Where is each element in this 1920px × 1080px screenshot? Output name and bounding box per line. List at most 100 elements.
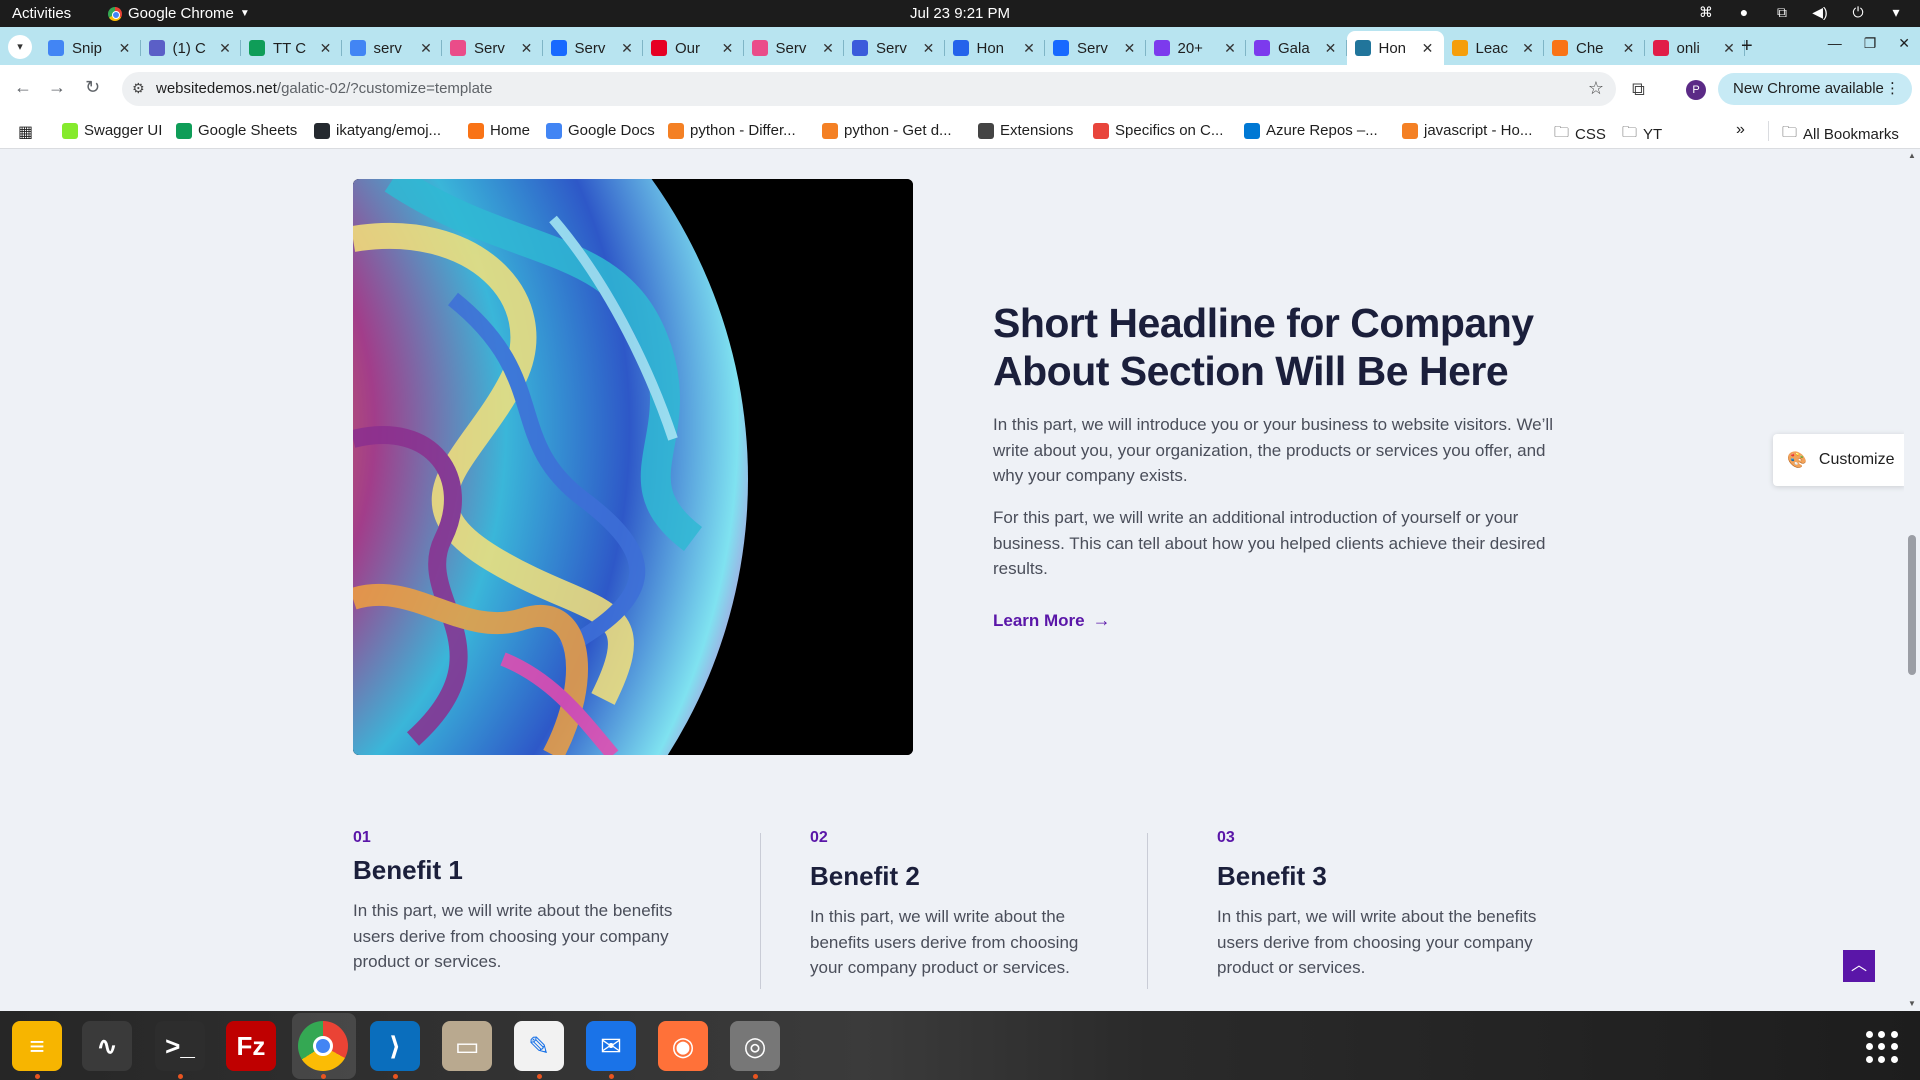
chrome-icon[interactable] [298,1021,348,1071]
back-icon[interactable]: ← [14,77,32,98]
thunderbird-icon[interactable]: ✉ [586,1021,636,1071]
browser-tab[interactable]: Serv ✕ [844,31,945,65]
bookmark-item[interactable]: Specifics on C... [1093,122,1223,139]
customize-button[interactable]: 🎨 Customize [1773,434,1905,486]
browser-tab[interactable]: Serv ✕ [1045,31,1146,65]
terminal-icon[interactable]: >_ [155,1021,205,1071]
reload-icon[interactable]: ↻ [85,77,100,98]
text-editor-icon[interactable]: ✎ [514,1021,564,1071]
bookmark-item[interactable]: Google Sheets [176,122,297,139]
bookmark-item[interactable]: Extensions [978,122,1073,139]
chevron-down-icon[interactable]: ▾ [1888,4,1904,21]
address-bar[interactable]: ⚙ websitedemos.net/galatic-02/?customize… [122,72,1616,106]
tab-close-icon[interactable]: ✕ [1420,40,1436,57]
more-bookmarks-icon[interactable]: » [1736,121,1745,139]
power-icon[interactable]: ⏻ [1850,4,1866,21]
bookmark-item[interactable]: 🗀 CSS [1554,122,1606,147]
activities-button[interactable]: Activities [12,5,71,22]
browser-tab[interactable]: Serv ✕ [543,31,644,65]
files-icon[interactable]: ▭ [442,1021,492,1071]
bookmark-item[interactable]: ikatyang/emoj... [314,122,441,139]
tab-close-icon[interactable]: ✕ [921,40,937,57]
system-tray[interactable]: ⌘ ● ⧉ ◀) ⏻ ▾ [1698,4,1904,21]
scroll-up-icon[interactable]: ▲ [1908,151,1916,160]
browser-tab[interactable]: Serv ✕ [744,31,845,65]
learn-more-link[interactable]: Learn More → [993,610,1111,631]
tab-search-button[interactable]: ▾ [8,35,32,59]
maximize-icon[interactable]: ❐ [1864,35,1877,52]
browser-tab[interactable]: Our ✕ [643,31,744,65]
browser-tab[interactable]: Che ✕ [1544,31,1645,65]
bookmark-item[interactable]: python - Get d... [822,122,952,139]
tab-close-icon[interactable]: ✕ [1520,40,1536,57]
bookmark-label: python - Get d... [844,122,952,139]
browser-tab[interactable]: 20+ ✕ [1146,31,1247,65]
tab-close-icon[interactable]: ✕ [217,40,233,57]
tab-close-icon[interactable]: ✕ [1122,40,1138,57]
bookmark-star-icon[interactable]: ☆ [1588,78,1604,99]
scrollbar-thumb[interactable] [1908,535,1916,675]
scroll-down-icon[interactable]: ▼ [1908,999,1916,1008]
bookmark-item[interactable]: python - Differ... [668,122,796,139]
extensions-icon[interactable]: ⧉ [1632,79,1645,100]
url-text[interactable]: websitedemos.net/galatic-02/?customize=t… [156,80,492,97]
tab-close-icon[interactable]: ✕ [820,40,836,57]
tab-close-icon[interactable]: ✕ [318,40,334,57]
tab-close-icon[interactable]: ✕ [1021,40,1037,57]
running-indicator [609,1074,614,1079]
tab-close-icon[interactable]: ✕ [619,40,635,57]
bookmark-item[interactable]: 🗀 YT [1622,122,1662,147]
browser-tab[interactable]: Gala ✕ [1246,31,1347,65]
translate-icon[interactable]: ⌘ [1698,4,1714,21]
page-scrollbar[interactable]: ▲ ▼ [1904,149,1920,1011]
tab-close-icon[interactable]: ✕ [1721,40,1737,57]
tab-favicon-icon [1354,40,1371,56]
volume-icon[interactable]: ◀) [1812,4,1828,21]
update-chrome-button[interactable]: New Chrome available ⋮ [1718,73,1912,105]
close-icon[interactable]: ✕ [1898,35,1910,52]
tab-close-icon[interactable]: ✕ [117,40,133,57]
bookmark-item[interactable]: Swagger UI [62,122,162,139]
browser-tab[interactable]: Snip ✕ [40,31,141,65]
bookmark-item[interactable]: Azure Repos –... [1244,122,1378,139]
tab-close-icon[interactable]: ✕ [1621,40,1637,57]
scroll-to-top-button[interactable]: ︿ [1843,950,1875,982]
tab-close-icon[interactable]: ✕ [1222,40,1238,57]
tab-title: Che [1576,39,1604,57]
network-icon[interactable]: ⧉ [1774,4,1790,21]
bookmark-item[interactable]: Google Docs [546,122,655,139]
clock[interactable]: Jul 23 9:21 PM [910,5,1010,22]
browser-tab[interactable]: (1) C ✕ [141,31,242,65]
tab-close-icon[interactable]: ✕ [720,40,736,57]
vscode-icon[interactable]: ⟩ [370,1021,420,1071]
minimize-icon[interactable]: — [1828,35,1842,52]
browser-tab[interactable]: Hon ✕ [1346,31,1444,65]
show-apps-icon[interactable] [1866,1031,1898,1063]
benefit-text: In this part, we will write about the be… [353,901,673,971]
browser-tab[interactable]: Serv ✕ [442,31,543,65]
browser-tab[interactable]: serv ✕ [342,31,443,65]
app-menu[interactable]: Google Chrome ▼ [108,5,250,22]
browser-tab[interactable]: Hon ✕ [945,31,1046,65]
bookmark-item[interactable]: Home [468,122,530,139]
browser-tab[interactable]: onli ✕ [1645,31,1746,65]
apps-grid-icon[interactable]: ▦ [18,122,33,142]
new-tab-button[interactable]: + [1741,35,1753,58]
browser-tab[interactable]: TT C ✕ [241,31,342,65]
filezilla-icon[interactable]: Fz [226,1021,276,1071]
notes-app-icon[interactable]: ≡ [12,1021,62,1071]
disks-icon[interactable]: ◎ [730,1021,780,1071]
profile-avatar[interactable]: P [1686,80,1706,100]
menu-kebab-icon: ⋮ [1885,80,1900,97]
browser-tab[interactable]: Leac ✕ [1444,31,1545,65]
site-info-icon[interactable]: ⚙ [132,80,145,97]
tab-close-icon[interactable]: ✕ [519,40,535,57]
firefox-icon[interactable]: ◉ [658,1021,708,1071]
tab-close-icon[interactable]: ✕ [1323,40,1339,57]
tab-close-icon[interactable]: ✕ [418,40,434,57]
bookmark-item[interactable]: javascript - Ho... [1402,122,1532,139]
forward-icon[interactable]: → [48,77,66,98]
all-bookmarks-folder[interactable]: 🗀 All Bookmarks [1782,122,1899,147]
system-monitor-icon[interactable]: ∿ [82,1021,132,1071]
indicator-icon[interactable]: ● [1736,4,1752,21]
